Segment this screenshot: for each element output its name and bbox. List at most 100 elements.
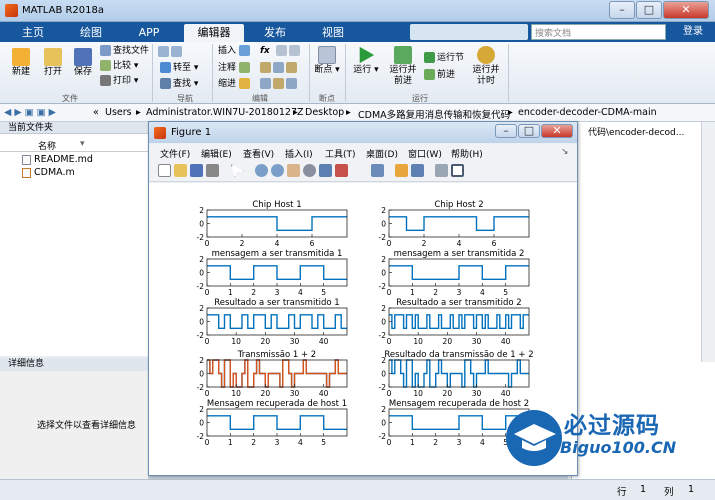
edit-tools-3[interactable] bbox=[260, 78, 299, 90]
rotate-icon[interactable] bbox=[303, 164, 316, 177]
save-icon[interactable] bbox=[190, 164, 203, 177]
menu-dock-icon[interactable]: ↘ bbox=[561, 147, 569, 157]
maximize-button[interactable]: □ bbox=[636, 1, 662, 19]
goto-button[interactable]: 转至 ▾ bbox=[160, 62, 198, 74]
series-line bbox=[389, 216, 529, 231]
save-button[interactable]: 保存 bbox=[68, 48, 98, 78]
tab-home[interactable]: 主页 bbox=[12, 24, 54, 42]
quick-access-toolbar[interactable] bbox=[410, 24, 528, 40]
y-tick-label: 2 bbox=[381, 356, 386, 365]
new-button[interactable]: 新建 bbox=[6, 48, 36, 78]
app-title: MATLAB R2018a bbox=[22, 5, 105, 16]
x-tick-label: 1 bbox=[228, 438, 233, 447]
pan-icon[interactable] bbox=[287, 164, 300, 177]
x-tick-label: 20 bbox=[443, 389, 453, 398]
advance-button[interactable]: 前进 bbox=[424, 69, 455, 81]
show-tools-icon[interactable] bbox=[451, 164, 464, 177]
tab-editor[interactable]: 编辑器 bbox=[184, 24, 244, 42]
compare-button[interactable]: 比较 ▾ bbox=[100, 60, 138, 72]
close-button[interactable]: ✕ bbox=[663, 1, 709, 19]
x-tick-label: 2 bbox=[251, 438, 256, 447]
tab-publish[interactable]: 发布 bbox=[252, 24, 298, 42]
brush-icon[interactable] bbox=[335, 164, 348, 177]
series-line bbox=[389, 265, 529, 280]
print-button[interactable]: 打印 ▾ bbox=[100, 75, 138, 87]
zoom-out-icon[interactable] bbox=[271, 164, 284, 177]
comment-icon bbox=[238, 62, 250, 73]
edit-tools-2[interactable] bbox=[260, 62, 299, 74]
colorbar-icon[interactable] bbox=[395, 164, 408, 177]
legend-icon[interactable] bbox=[411, 164, 424, 177]
menu-insert[interactable]: 插入(I) bbox=[285, 147, 313, 160]
figure-minimize-button[interactable]: – bbox=[495, 124, 517, 138]
find-files-button[interactable]: 查找文件 bbox=[100, 45, 149, 57]
menu-edit[interactable]: 编辑(E) bbox=[201, 147, 232, 160]
y-tick-label: 2 bbox=[381, 304, 386, 313]
search-input[interactable]: 搜索文档 bbox=[531, 24, 666, 40]
menu-tools[interactable]: 工具(T) bbox=[325, 147, 356, 160]
run-section-icon bbox=[424, 52, 435, 63]
file-readme[interactable]: README.md bbox=[22, 154, 93, 165]
editor-scrollbar[interactable] bbox=[701, 122, 715, 362]
y-tick-label: -2 bbox=[197, 282, 205, 291]
open-icon[interactable] bbox=[174, 164, 187, 177]
zoom-in-icon[interactable] bbox=[255, 164, 268, 177]
new-figure-icon[interactable] bbox=[158, 164, 171, 177]
breadcrumb-admin[interactable]: Administrator.WIN7U-20180127Z bbox=[146, 107, 304, 118]
nav-back-forward[interactable] bbox=[158, 46, 184, 58]
nav-arrows[interactable]: ◀ ▶ ▣ ▣ ▶ bbox=[4, 107, 56, 118]
x-tick-label: 20 bbox=[261, 389, 271, 398]
y-tick-label: 0 bbox=[199, 220, 204, 229]
run-advance-icon bbox=[394, 46, 412, 64]
comment-button[interactable]: 注释 bbox=[218, 62, 252, 74]
x-tick-label: 2 bbox=[251, 288, 256, 297]
tab-view[interactable]: 视图 bbox=[310, 24, 356, 42]
new-icon bbox=[12, 48, 30, 66]
compare-icon bbox=[100, 60, 111, 71]
indent-button[interactable]: 缩进 bbox=[218, 78, 252, 90]
breadcrumb-cdma-folder[interactable]: CDMA多路复用消息传输和恢复代码 bbox=[358, 107, 510, 121]
y-tick-label: -2 bbox=[197, 432, 205, 441]
run-time-button[interactable]: 运行并 计时 bbox=[468, 46, 504, 87]
tab-plots[interactable]: 绘图 bbox=[68, 24, 114, 42]
run-button[interactable]: 运行 ▾ bbox=[350, 46, 382, 76]
open-button[interactable]: 打开 bbox=[38, 48, 68, 78]
pointer-icon[interactable] bbox=[231, 164, 244, 177]
run-advance-button[interactable]: 运行并 前进 bbox=[384, 46, 422, 87]
figure-close-button[interactable]: ✕ bbox=[541, 124, 573, 138]
insert-button[interactable]: 插入 bbox=[218, 45, 252, 57]
edit-tools[interactable] bbox=[276, 45, 302, 57]
hide-tools-icon[interactable] bbox=[435, 164, 448, 177]
subplot-title: Resultado da transmissão de 1 + 2 bbox=[384, 350, 533, 360]
file-cdma[interactable]: CDMA.m bbox=[22, 167, 75, 178]
menu-help[interactable]: 帮助(H) bbox=[451, 147, 483, 160]
section-breakpoints-label: 断点 bbox=[319, 94, 335, 103]
login-button[interactable]: 登录 bbox=[676, 24, 710, 40]
subplot-title: Mensagem recuperada de host 1 bbox=[207, 399, 347, 409]
current-folder-title: 当前文件夹 bbox=[0, 122, 148, 134]
section-edit-label: 编辑 bbox=[252, 94, 268, 103]
link-plot-icon[interactable] bbox=[371, 164, 384, 177]
subplot-title: mensagem a ser transmitida 1 bbox=[212, 249, 343, 259]
run-section-button[interactable]: 运行节 bbox=[424, 52, 464, 64]
menu-desktop[interactable]: 桌面(D) bbox=[366, 147, 398, 160]
print-icon[interactable] bbox=[206, 164, 219, 177]
figure-maximize-button[interactable]: □ bbox=[518, 124, 540, 138]
data-cursor-icon[interactable] bbox=[319, 164, 332, 177]
minimize-button[interactable]: – bbox=[609, 1, 635, 19]
figure-title-bar[interactable]: Figure 1 – □ ✕ bbox=[149, 122, 577, 143]
breadcrumb-users[interactable]: Users bbox=[105, 107, 132, 118]
find-button[interactable]: 查找 ▾ bbox=[160, 78, 198, 90]
breadcrumb-desktop[interactable]: Desktop bbox=[305, 107, 344, 118]
sort-chevron-icon[interactable]: ▾ bbox=[80, 139, 85, 149]
address-bar[interactable]: ◀ ▶ ▣ ▣ ▶ « Users ▸ Administrator.WIN7U-… bbox=[0, 104, 715, 122]
breakpoints-button[interactable]: 断点 ▾ bbox=[312, 46, 342, 76]
name-column-header[interactable]: 名称 bbox=[38, 139, 56, 152]
fx-button[interactable]: fx bbox=[260, 45, 270, 57]
tab-apps[interactable]: APP bbox=[126, 24, 172, 42]
menu-view[interactable]: 查看(V) bbox=[243, 147, 274, 160]
menu-window[interactable]: 窗口(W) bbox=[408, 147, 442, 160]
menu-file[interactable]: 文件(F) bbox=[160, 147, 190, 160]
x-tick-label: 10 bbox=[231, 389, 241, 398]
breadcrumb-repo[interactable]: encoder-decoder-CDMA-main bbox=[518, 107, 657, 118]
